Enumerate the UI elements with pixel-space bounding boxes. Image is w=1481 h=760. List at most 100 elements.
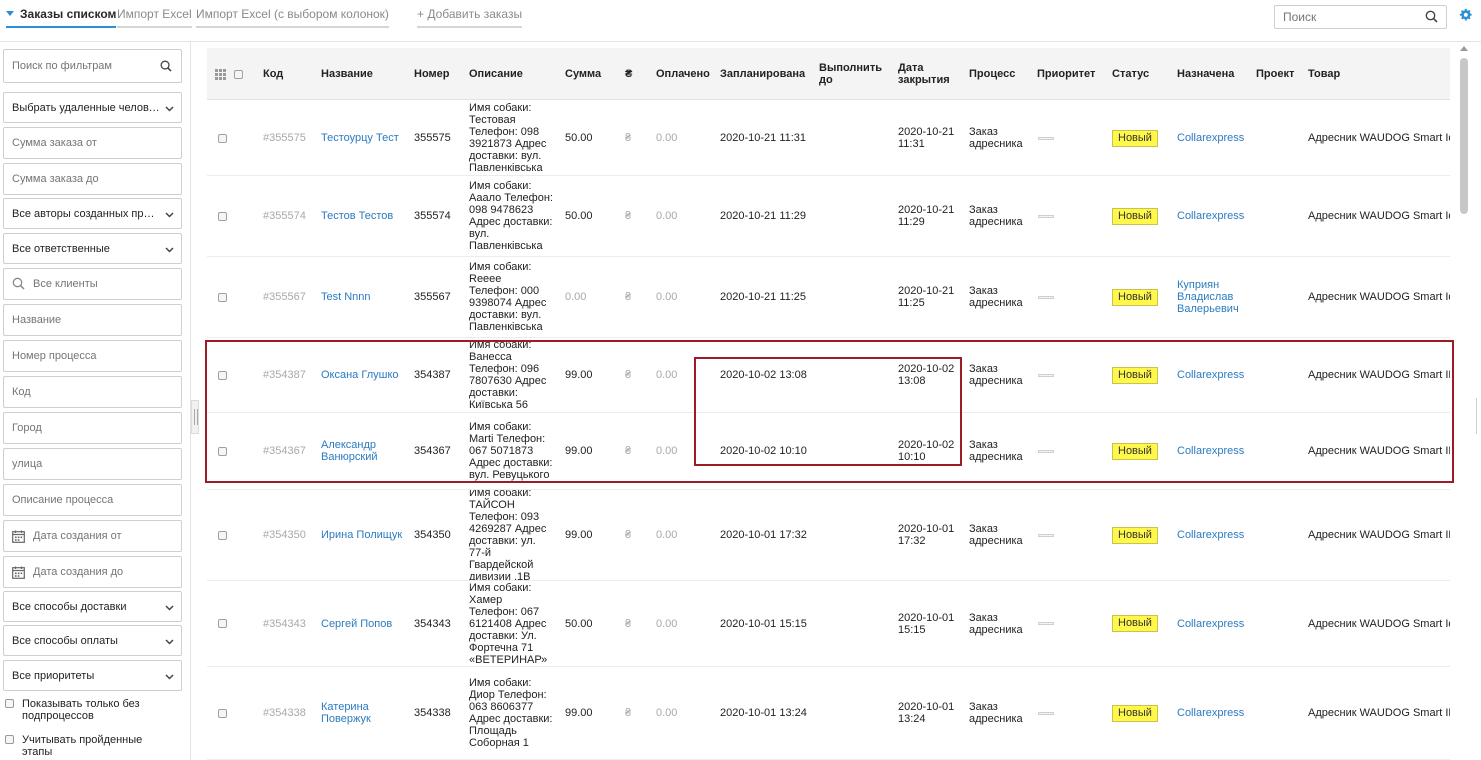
cell-assigned-text[interactable]: Collarexpress [1177, 707, 1244, 719]
sum-from-input[interactable] [4, 128, 181, 158]
code-field[interactable] [3, 376, 182, 408]
table-row[interactable]: #355567 Test Nnnn 355567 Имя собаки: Reeee … [207, 257, 1450, 338]
cell-assigned[interactable]: Collarexpress [1177, 490, 1249, 580]
top-search-input[interactable] [1275, 6, 1415, 28]
checkbox[interactable] [5, 699, 14, 708]
process-number-input[interactable] [4, 341, 181, 371]
select-authors[interactable]: Все авторы созданных процессов [3, 198, 182, 229]
row-checkbox[interactable] [218, 490, 227, 580]
col-closed[interactable]: Дата закрытия [898, 48, 954, 100]
cell-name-text[interactable]: Ирина Полищук [321, 529, 402, 541]
gear-icon[interactable] [1459, 8, 1472, 24]
col-priority[interactable]: Приоритет [1037, 48, 1095, 100]
cell-name[interactable]: Катерина Повержук [321, 667, 405, 759]
right-panel-handle[interactable] [1476, 398, 1481, 434]
select-deleted-users[interactable]: Выбрать удаленные человеки [3, 92, 182, 123]
scrollbar-thumb[interactable] [1460, 58, 1468, 214]
created-to-field[interactable] [3, 556, 182, 588]
cell-assigned-text[interactable]: Collarexpress [1177, 210, 1244, 222]
col-sum[interactable]: Сумма [565, 48, 601, 100]
cell-assigned-text[interactable]: Collarexpress [1177, 618, 1244, 630]
clients-field[interactable] [3, 268, 182, 300]
select-delivery[interactable]: Все способы доставки [3, 591, 182, 622]
process-description-input[interactable] [4, 485, 181, 515]
cell-name-text[interactable]: Тестов Тестов [321, 210, 393, 222]
table-row[interactable]: #354343 Сергей Попов 354343 Имя собаки: Хам… [207, 581, 1450, 667]
search-icon[interactable] [160, 60, 172, 75]
col-project[interactable]: Проект [1256, 48, 1294, 100]
street-field[interactable] [3, 448, 182, 480]
filter-search-input[interactable] [4, 50, 154, 82]
street-input[interactable] [4, 449, 181, 479]
cell-process: Заказ адресника [969, 176, 1031, 256]
col-paid[interactable]: Оплачено [656, 48, 710, 100]
cell-name[interactable]: Тестов Тестов [321, 176, 405, 256]
vertical-scrollbar[interactable] [1458, 42, 1470, 760]
select-payment[interactable]: Все способы оплаты [3, 625, 182, 656]
scroll-up-arrow[interactable] [1460, 46, 1468, 51]
cell-name[interactable]: Сергей Попов [321, 581, 405, 666]
table-row[interactable]: #355574 Тестов Тестов 355574 Имя собаки: Аa… [207, 176, 1450, 257]
table-row[interactable]: #355575 Тестоурцу Тест 355575 Имя собаки: Т… [207, 101, 1450, 176]
city-field[interactable] [3, 412, 182, 444]
name-input[interactable] [4, 305, 181, 335]
cell-name-text[interactable]: Тестоурцу Тест [321, 132, 399, 144]
select-all-checkbox[interactable] [234, 48, 243, 100]
created-to-input[interactable] [4, 557, 181, 587]
cell-name-text[interactable]: Сергей Попов [321, 618, 392, 630]
name-field[interactable] [3, 304, 182, 336]
col-code[interactable]: Код [263, 48, 283, 100]
col-currency[interactable]: ₴ [625, 48, 632, 100]
cell-name-text[interactable]: Катерина Повержук [321, 701, 405, 725]
checkbox[interactable] [5, 735, 14, 744]
table-row[interactable]: #354338 Катерина Повержук 354338 Имя собаки… [207, 667, 1450, 760]
tab-import-excel-columns[interactable]: Импорт Excel (с выбором колонок) [196, 6, 389, 28]
row-checkbox[interactable] [218, 257, 227, 337]
cell-name[interactable]: Test Nnnn [321, 257, 405, 337]
select-priorities[interactable]: Все приоритеты [3, 660, 182, 691]
columns-grid-icon[interactable] [215, 48, 226, 100]
sum-from-field[interactable] [3, 127, 182, 159]
city-input[interactable] [4, 413, 181, 443]
select-responsible[interactable]: Все ответственные [3, 233, 182, 264]
col-process[interactable]: Процесс [969, 48, 1015, 100]
table-row[interactable]: #354350 Ирина Полищук 354350 Имя собаки: ТА… [207, 490, 1450, 581]
cell-assigned[interactable]: Collarexpress [1177, 667, 1249, 759]
tab-orders-list[interactable]: Заказы списком [6, 6, 117, 28]
row-checkbox[interactable] [218, 667, 227, 759]
search-icon[interactable] [1425, 10, 1438, 26]
sum-to-field[interactable] [3, 163, 182, 195]
cell-assigned-text[interactable]: Collarexpress [1177, 529, 1244, 541]
tab-import-excel[interactable]: Импорт Excel [117, 6, 192, 28]
col-due[interactable]: Выполнить до [819, 48, 882, 100]
col-product[interactable]: Товар [1308, 48, 1340, 100]
code-input[interactable] [4, 377, 181, 407]
cell-assigned-text[interactable]: Куприян Владислав Валерьевич [1177, 279, 1249, 315]
cell-assigned[interactable]: Куприян Владислав Валерьевич [1177, 257, 1249, 337]
clients-input[interactable] [4, 269, 181, 299]
cell-name-text[interactable]: Test Nnnn [321, 291, 371, 303]
col-number[interactable]: Номер [414, 48, 450, 100]
row-checkbox[interactable] [218, 176, 227, 256]
cell-assigned[interactable]: Collarexpress [1177, 176, 1249, 256]
created-from-input[interactable] [4, 521, 181, 551]
process-number-field[interactable] [3, 340, 182, 372]
row-checkbox[interactable] [218, 581, 227, 666]
sum-to-input[interactable] [4, 164, 181, 194]
row-checkbox[interactable] [218, 101, 227, 175]
tab-add-orders[interactable]: + Добавить заказы [417, 6, 523, 28]
col-planned[interactable]: Запланирована [720, 48, 805, 100]
process-description-field[interactable] [3, 484, 182, 516]
cell-name[interactable]: Ирина Полищук [321, 490, 405, 580]
col-assigned[interactable]: Назначена [1177, 48, 1234, 100]
col-status[interactable]: Статус [1112, 48, 1149, 100]
col-name[interactable]: Название [321, 48, 373, 100]
cell-name[interactable]: Тестоурцу Тест [321, 101, 405, 175]
sidebar-resize-handle[interactable] [191, 400, 199, 434]
cell-assigned-text[interactable]: Collarexpress [1177, 132, 1244, 144]
created-from-field[interactable] [3, 520, 182, 552]
cell-assigned[interactable]: Collarexpress [1177, 581, 1249, 666]
cell-closed: 2020-10-21 11:29 [898, 176, 956, 256]
col-description[interactable]: Описание [469, 48, 523, 100]
cell-assigned[interactable]: Collarexpress [1177, 101, 1249, 175]
